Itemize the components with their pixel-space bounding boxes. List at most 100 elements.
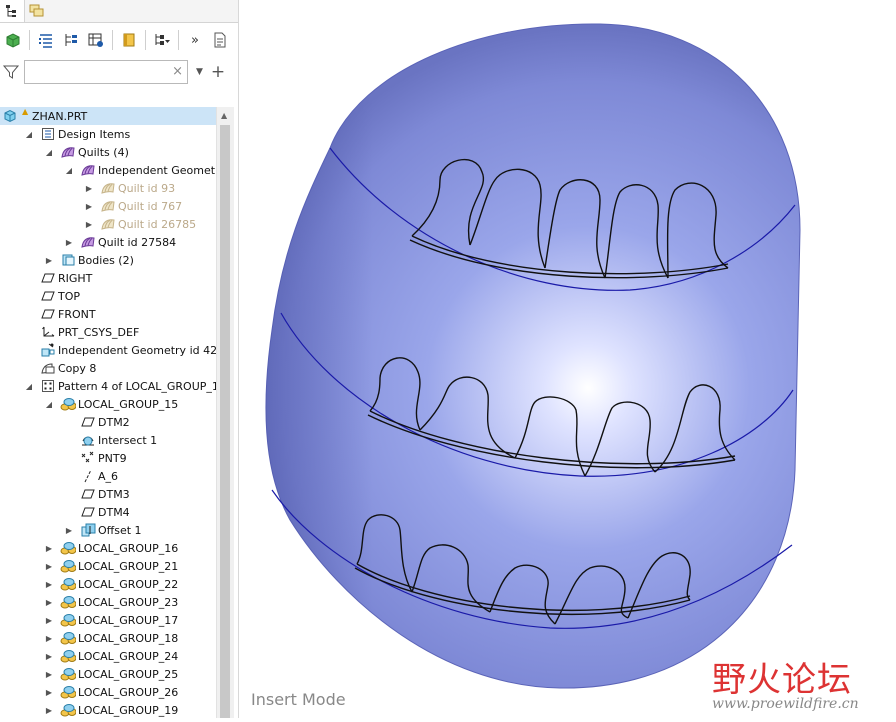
tree-item[interactable]: ▶ LOCAL_GROUP_17 <box>0 611 216 629</box>
tree-item[interactable]: Copy 8 <box>0 359 216 377</box>
show-hidden-button[interactable] <box>85 29 107 51</box>
model-tree: ZHAN.PRT ▲ ◢ Design Items ◢ Quilts (4) ◢ Indepe… <box>0 107 216 718</box>
group-icon <box>60 576 76 592</box>
tree-item[interactable]: DTM2 <box>0 413 216 431</box>
tree-item[interactable]: ▶ Quilt id 26785 <box>0 215 216 233</box>
tree-item[interactable]: PNT9 <box>0 449 216 467</box>
tree-item[interactable]: ◢ Independent Geometry id <box>0 161 216 179</box>
tree-item[interactable]: ▶ LOCAL_GROUP_25 <box>0 665 216 683</box>
tree-item[interactable]: DTM4 <box>0 503 216 521</box>
tree-item[interactable]: ZHAN.PRT ▲ <box>0 107 216 125</box>
tree-item[interactable]: ◢ Pattern 4 of LOCAL_GROUP_15 <box>0 377 216 395</box>
tree-item-label: Copy 8 <box>58 361 97 375</box>
tree-item[interactable]: ▶ Offset 1 <box>0 521 216 539</box>
search-input[interactable] <box>25 61 171 83</box>
clear-icon[interactable]: × <box>172 64 183 79</box>
collapsed-arrow-icon[interactable]: ▶ <box>65 526 73 535</box>
tree-item[interactable]: DTM3 <box>0 485 216 503</box>
tree-item[interactable]: A_6 <box>0 467 216 485</box>
design-items-icon <box>40 126 56 142</box>
tree-item[interactable]: ▶ LOCAL_GROUP_21 <box>0 557 216 575</box>
tree-settings-button[interactable] <box>151 29 173 51</box>
quilt-icon <box>60 144 76 160</box>
tree-item-label: LOCAL_GROUP_21 <box>78 559 179 573</box>
collapsed-arrow-icon[interactable]: ▶ <box>45 688 53 697</box>
tree-item[interactable]: TOP <box>0 287 216 305</box>
part-icon <box>2 108 18 124</box>
collapsed-arrow-icon[interactable]: ▶ <box>85 220 93 229</box>
collapsed-arrow-icon[interactable]: ▶ <box>45 634 53 643</box>
collapsed-arrow-icon[interactable]: ▶ <box>45 580 53 589</box>
collapsed-arrow-icon[interactable]: ▶ <box>45 706 53 715</box>
tree-item[interactable]: ▶ Quilt id 27584 <box>0 233 216 251</box>
collapsed-arrow-icon[interactable]: ▶ <box>45 598 53 607</box>
tree-columns-button[interactable] <box>35 29 57 51</box>
tree-item-label: Independent Geometry id <box>98 163 216 177</box>
tree-scrollbar[interactable]: ▲ <box>216 107 234 718</box>
collapsed-arrow-icon[interactable]: ▶ <box>45 544 53 553</box>
tree-item-label: A_6 <box>98 469 119 483</box>
tree-item[interactable]: ◢ Quilts (4) <box>0 143 216 161</box>
scrollbar-thumb[interactable] <box>220 125 230 718</box>
tree-item[interactable]: RIGHT <box>0 269 216 287</box>
collapsed-arrow-icon[interactable]: ▶ <box>65 238 73 247</box>
expanded-arrow-icon[interactable]: ◢ <box>25 382 33 391</box>
expanded-arrow-icon[interactable]: ◢ <box>45 400 53 409</box>
tree-item[interactable]: Independent Geometry id 42184 <box>0 341 216 359</box>
collapsed-arrow-icon[interactable]: ▶ <box>45 616 53 625</box>
tree-item[interactable]: ▶ LOCAL_GROUP_19 <box>0 701 216 718</box>
more-button[interactable]: » <box>184 29 206 51</box>
tree-item[interactable]: ◢ LOCAL_GROUP_15 <box>0 395 216 413</box>
expanded-arrow-icon[interactable]: ◢ <box>65 166 73 175</box>
tree-item[interactable]: ▶ Quilt id 93 <box>0 179 216 197</box>
add-icon[interactable]: + <box>211 62 225 82</box>
tree-item[interactable]: FRONT <box>0 305 216 323</box>
tree-item[interactable]: Intersect 1 <box>0 431 216 449</box>
collapsed-arrow-icon[interactable]: ▶ <box>45 652 53 661</box>
collapsed-arrow-icon[interactable]: ▶ <box>45 256 53 265</box>
show-button[interactable] <box>2 29 24 51</box>
copy-icon <box>40 360 56 376</box>
tree-filters-button[interactable] <box>60 29 82 51</box>
datum-plane-icon <box>80 486 96 502</box>
cube-green-icon <box>6 33 20 48</box>
datum-plane-icon <box>40 288 56 304</box>
tree-item[interactable]: ◢ Design Items <box>0 125 216 143</box>
graphics-area[interactable] <box>239 0 896 718</box>
collapsed-arrow-icon[interactable]: ▶ <box>85 184 93 193</box>
tree-item-label: RIGHT <box>58 271 93 285</box>
group-icon <box>60 684 76 700</box>
group-icon <box>60 702 76 718</box>
expanded-arrow-icon[interactable]: ◢ <box>25 130 33 139</box>
layers-icon <box>29 4 44 17</box>
tree-item-label: LOCAL_GROUP_25 <box>78 667 179 681</box>
tree-item[interactable]: ▶ LOCAL_GROUP_23 <box>0 593 216 611</box>
tree-item[interactable]: ▶ LOCAL_GROUP_24 <box>0 647 216 665</box>
tree-item[interactable]: ▶ LOCAL_GROUP_22 <box>0 575 216 593</box>
filter-icon[interactable] <box>2 63 20 81</box>
dropdown-arrow-icon[interactable]: ▼ <box>196 67 203 77</box>
collapsed-arrow-icon[interactable]: ▶ <box>85 202 93 211</box>
tree-item[interactable]: ▶ LOCAL_GROUP_26 <box>0 683 216 701</box>
tree-item-label: LOCAL_GROUP_23 <box>78 595 179 609</box>
tree-item[interactable]: ▶ LOCAL_GROUP_16 <box>0 539 216 557</box>
collapsed-arrow-icon[interactable]: ▶ <box>45 562 53 571</box>
collapsed-arrow-icon[interactable]: ▶ <box>45 670 53 679</box>
tree-item-label: LOCAL_GROUP_15 <box>78 397 179 411</box>
group-icon <box>60 612 76 628</box>
tree-item[interactable]: ▶ Bodies (2) <box>0 251 216 269</box>
expanded-arrow-icon[interactable]: ◢ <box>45 148 53 157</box>
datum-plane-icon <box>40 270 56 286</box>
tree-item-label: FRONT <box>58 307 96 321</box>
scroll-up-icon[interactable]: ▲ <box>221 111 227 120</box>
tree-item[interactable]: ▶ LOCAL_GROUP_18 <box>0 629 216 647</box>
settings-button[interactable] <box>118 29 140 51</box>
datum-plane-icon <box>40 306 56 322</box>
model-tree-tab[interactable] <box>0 0 25 22</box>
group-icon <box>60 594 76 610</box>
quilt-faded-icon <box>100 198 116 214</box>
layers-tab[interactable] <box>25 0 49 22</box>
document-button[interactable] <box>209 29 231 51</box>
tree-item[interactable]: PRT_CSYS_DEF <box>0 323 216 341</box>
tree-item[interactable]: ▶ Quilt id 767 <box>0 197 216 215</box>
